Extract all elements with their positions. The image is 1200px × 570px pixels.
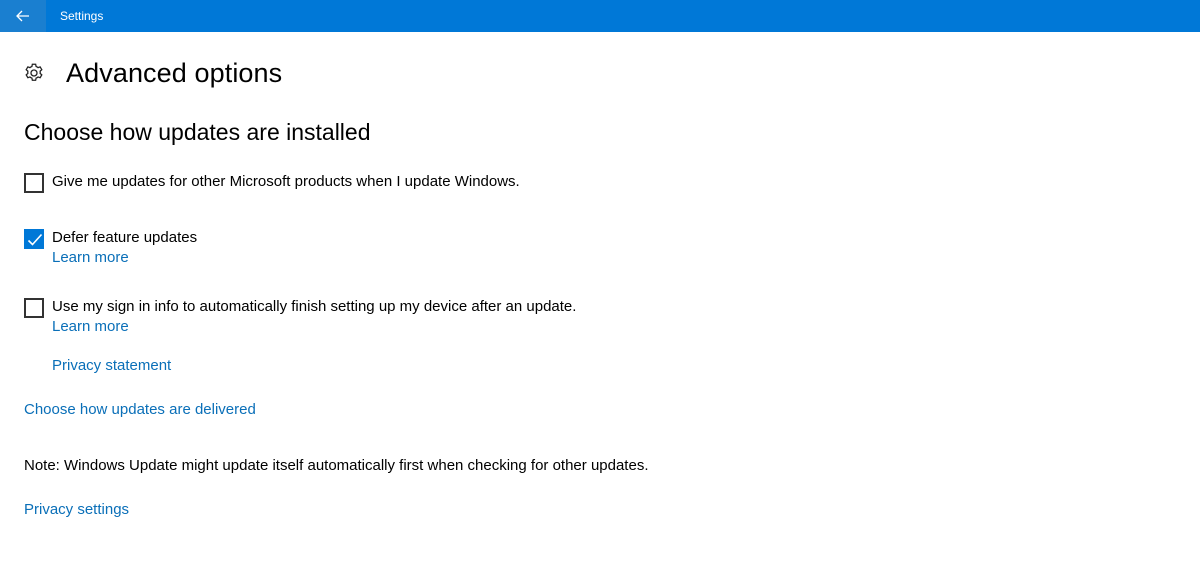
update-note: Note: Windows Update might update itself… <box>24 457 649 474</box>
section-title: Choose how updates are installed <box>24 119 371 145</box>
learn-more-link[interactable]: Learn more <box>52 249 129 266</box>
privacy-statement-link[interactable]: Privacy statement <box>52 357 171 374</box>
page-header: Advanced options <box>23 55 282 91</box>
defer-feature-updates-label: Defer feature updates <box>52 229 198 246</box>
page-title: Advanced options <box>66 57 283 88</box>
option-sign-in-info: Use my sign in info to automatically fin… <box>24 298 576 336</box>
other-products-label: Give me updates for other Microsoft prod… <box>52 173 520 190</box>
sign-in-info-label: Use my sign in info to automatically fin… <box>52 298 577 315</box>
title-bar: Settings <box>0 0 1200 32</box>
defer-feature-updates-checkbox[interactable] <box>24 229 44 249</box>
option-defer-feature-updates: Defer feature updates Learn more <box>24 229 197 267</box>
checkmark-icon <box>27 233 43 246</box>
back-arrow-icon <box>16 10 29 22</box>
option-other-products: Give me updates for other Microsoft prod… <box>24 173 520 193</box>
sign-in-info-checkbox[interactable] <box>24 298 44 318</box>
other-products-checkbox[interactable] <box>24 173 44 193</box>
window-title: Settings <box>60 9 104 23</box>
gear-icon <box>25 63 43 81</box>
back-button[interactable] <box>0 0 46 32</box>
privacy-settings-link[interactable]: Privacy settings <box>24 501 129 518</box>
learn-more-link[interactable]: Learn more <box>52 318 129 335</box>
delivery-options-link[interactable]: Choose how updates are delivered <box>24 401 256 418</box>
